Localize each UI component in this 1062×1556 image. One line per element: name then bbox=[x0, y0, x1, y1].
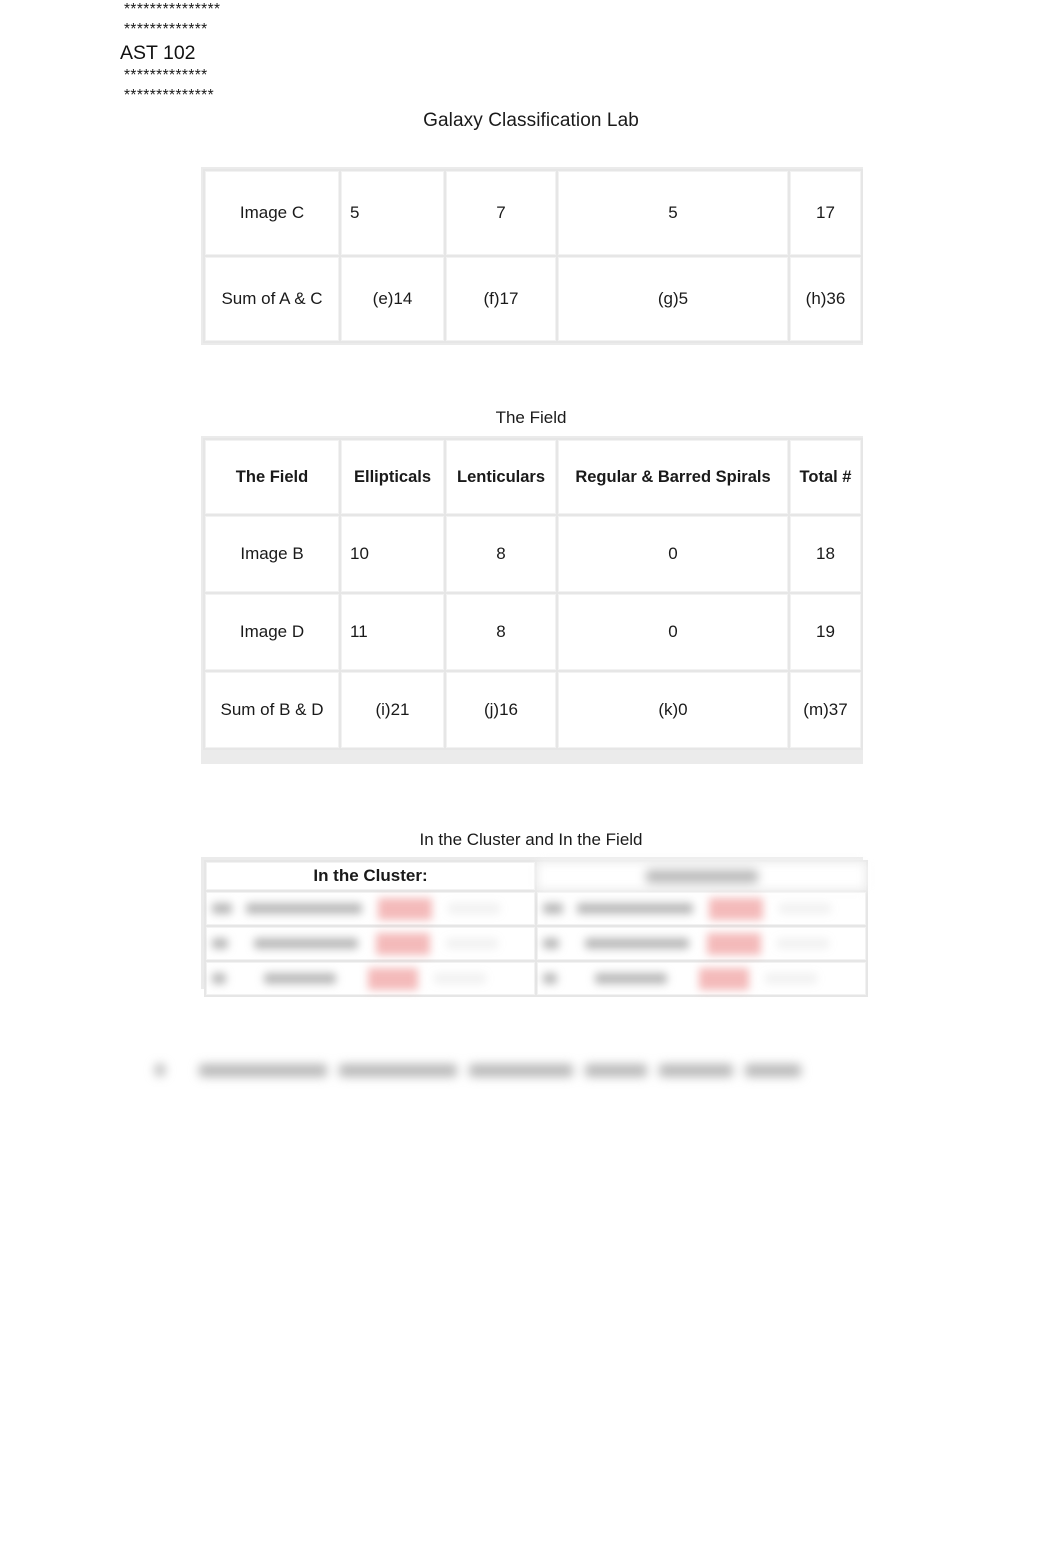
table-row: Image D 11 8 0 19 bbox=[203, 592, 863, 672]
header-label: The Field bbox=[203, 438, 341, 516]
redacted-header-line-4: ************** bbox=[124, 87, 215, 104]
table-row: Image B 10 8 0 18 bbox=[203, 514, 863, 594]
field-table-caption: The Field bbox=[495, 408, 567, 427]
header-ellipticals: Ellipticals bbox=[339, 438, 446, 516]
field-row-illegible bbox=[535, 890, 868, 927]
cell-lenticulars: 8 bbox=[444, 514, 558, 594]
table-row: Sum of A & C (e)14 (f)17 (g)5 (h)36 bbox=[203, 255, 863, 343]
course-code: AST 102 bbox=[120, 42, 196, 64]
cluster-row-illegible bbox=[204, 925, 537, 962]
cell-ellipticals: 5 bbox=[339, 169, 446, 257]
field-row-illegible bbox=[535, 925, 868, 962]
row-label: Image B bbox=[203, 514, 341, 594]
cell-total: 18 bbox=[788, 514, 863, 594]
table-header-row: The Field Ellipticals Lenticulars Regula… bbox=[203, 438, 863, 516]
cell-total: (h)36 bbox=[788, 255, 863, 343]
document-header: *************** ************* AST 102 **… bbox=[120, 0, 620, 106]
table-row bbox=[204, 925, 868, 962]
header-spirals: Regular & Barred Spirals bbox=[556, 438, 790, 516]
cluster-field-caption: In the Cluster and In the Field bbox=[419, 830, 643, 849]
redacted-header-line-3: ************* bbox=[124, 67, 208, 84]
cluster-table: Image C 5 7 5 17 Sum of A & C (e)14 (f)1… bbox=[201, 167, 863, 345]
redacted-header-line-2: ************* bbox=[124, 21, 208, 38]
cell-ellipticals: (i)21 bbox=[339, 670, 446, 750]
table-header-row: In the Cluster: bbox=[204, 860, 868, 892]
cell-spirals: 5 bbox=[556, 169, 790, 257]
table-row bbox=[204, 960, 868, 997]
in-the-cluster-heading: In the Cluster: bbox=[204, 860, 537, 892]
cell-lenticulars: (f)17 bbox=[444, 255, 558, 343]
field-table-grid: The Field Ellipticals Lenticulars Regula… bbox=[203, 438, 863, 750]
table-row: Image C 5 7 5 17 bbox=[203, 169, 863, 257]
page-title: Galaxy Classification Lab bbox=[423, 110, 639, 131]
cell-total: (m)37 bbox=[788, 670, 863, 750]
cell-spirals: (g)5 bbox=[556, 255, 790, 343]
cell-lenticulars: (j)16 bbox=[444, 670, 558, 750]
table-row: Sum of B & D (i)21 (j)16 (k)0 (m)37 bbox=[203, 670, 863, 750]
illegible-question-line bbox=[155, 1058, 801, 1082]
header-lenticulars: Lenticulars bbox=[444, 438, 558, 516]
cell-lenticulars: 8 bbox=[444, 592, 558, 672]
row-label: Image C bbox=[203, 169, 341, 257]
redacted-header-line-1: *************** bbox=[124, 1, 221, 18]
row-label: Image D bbox=[203, 592, 341, 672]
field-row-illegible bbox=[535, 960, 868, 997]
cell-spirals: 0 bbox=[556, 592, 790, 672]
field-table: The Field Ellipticals Lenticulars Regula… bbox=[201, 436, 863, 764]
cell-total: 19 bbox=[788, 592, 863, 672]
cell-ellipticals: 10 bbox=[339, 514, 446, 594]
cluster-field-table: In the Cluster: bbox=[201, 857, 868, 997]
cluster-field-grid: In the Cluster: bbox=[204, 860, 868, 997]
cluster-table-grid: Image C 5 7 5 17 Sum of A & C (e)14 (f)1… bbox=[203, 169, 863, 343]
header-total: Total # bbox=[788, 438, 863, 516]
cell-total: 17 bbox=[788, 169, 863, 257]
cell-spirals: (k)0 bbox=[556, 670, 790, 750]
table-row bbox=[204, 890, 868, 927]
cell-lenticulars: 7 bbox=[444, 169, 558, 257]
cluster-row-illegible bbox=[204, 890, 537, 927]
in-the-field-heading bbox=[535, 860, 868, 892]
row-label: Sum of A & C bbox=[203, 255, 341, 343]
cell-ellipticals: 11 bbox=[339, 592, 446, 672]
cell-ellipticals: (e)14 bbox=[339, 255, 446, 343]
cluster-row-illegible bbox=[204, 960, 537, 997]
row-label: Sum of B & D bbox=[203, 670, 341, 750]
cell-spirals: 0 bbox=[556, 514, 790, 594]
